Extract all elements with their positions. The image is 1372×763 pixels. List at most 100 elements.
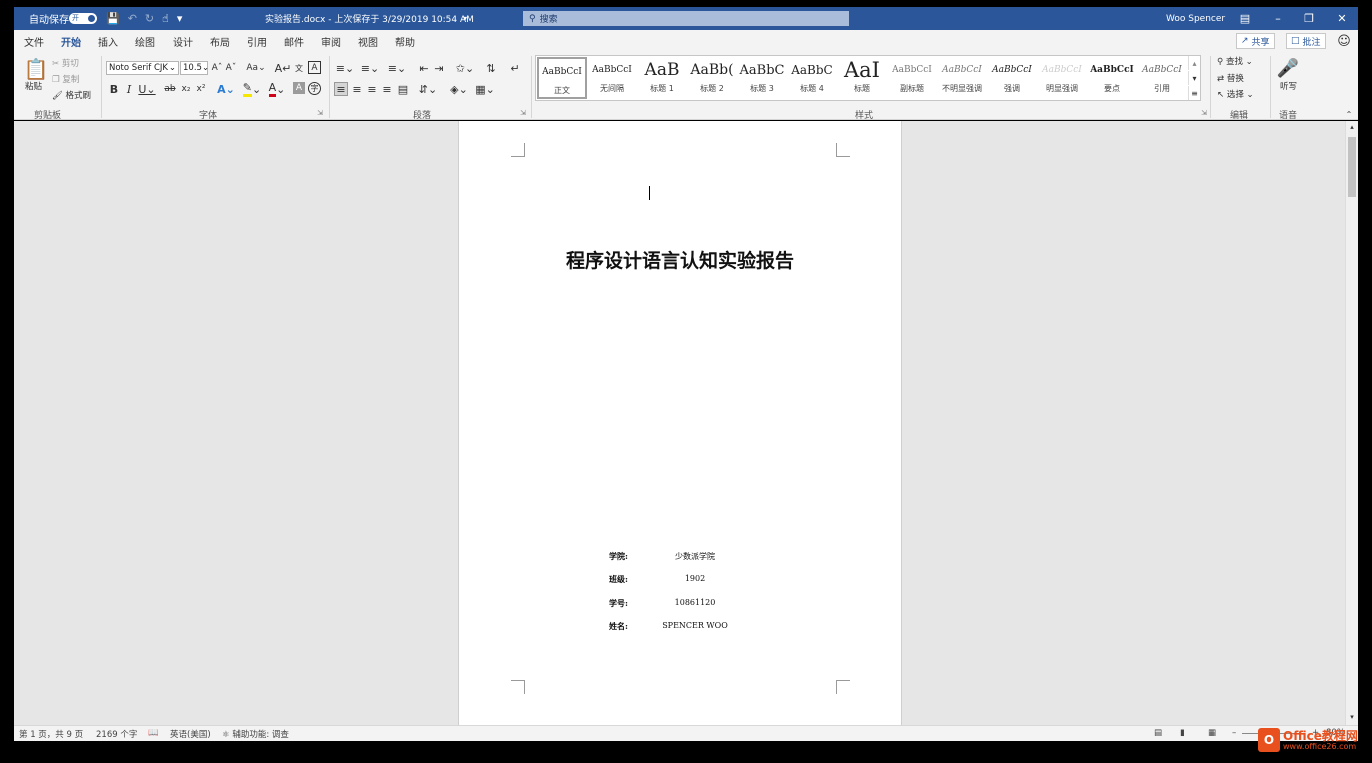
gallery-scroll-up-icon[interactable]: ▴ — [1188, 56, 1200, 70]
borders-icon[interactable]: ▦⌄ — [474, 82, 496, 96]
touch-mode-icon[interactable]: ☝ — [162, 12, 169, 25]
scrollbar-thumb[interactable] — [1348, 137, 1356, 197]
multilevel-list-icon[interactable]: ≡⌄ — [385, 61, 409, 75]
change-case-icon[interactable]: Aa⌄ — [245, 61, 267, 75]
save-icon[interactable]: 💾 — [106, 12, 120, 25]
style-heading-4[interactable]: AaBbC 标题 4 — [787, 57, 837, 99]
tab-review[interactable]: 审阅 — [321, 34, 341, 49]
web-layout-icon[interactable]: ▦ — [1208, 728, 1216, 738]
chinese-layout-icon[interactable]: ✩⌄ — [454, 61, 476, 75]
style-intense-emphasis[interactable]: AaBbCcI 明显强调 — [1037, 57, 1087, 99]
ribbon-display-options-icon[interactable]: ▤ — [1229, 7, 1261, 30]
scroll-up-icon[interactable]: ▴ — [1348, 123, 1356, 131]
align-right-icon[interactable]: ≡ — [365, 82, 379, 96]
highlight-color-icon[interactable]: ✎ ⌄ — [241, 81, 263, 97]
font-color-icon[interactable]: A ⌄ — [267, 81, 287, 97]
paste-label[interactable]: 粘贴 — [25, 80, 42, 92]
increase-indent-icon[interactable]: ⇥ — [432, 61, 446, 75]
align-left-icon[interactable]: ≡ — [334, 82, 348, 96]
enclose-characters-icon[interactable]: 字 — [308, 82, 321, 95]
italic-icon[interactable]: I — [123, 82, 135, 96]
justify-icon[interactable]: ≡ — [380, 82, 394, 96]
close-button[interactable]: ✕ — [1326, 7, 1358, 30]
restore-button[interactable]: ❐ — [1293, 7, 1325, 30]
show-formatting-marks-icon[interactable]: ↵ — [508, 61, 522, 75]
share-button[interactable]: ↗ 共享 — [1236, 33, 1275, 49]
info-row-college[interactable]: 学院: 少数派学院 — [609, 551, 739, 562]
style-quote[interactable]: AaBbCcI 引用 — [1137, 57, 1187, 99]
grow-font-icon[interactable]: Aˆ — [211, 61, 223, 75]
shrink-font-icon[interactable]: Aˇ — [225, 61, 237, 75]
subscript-icon[interactable]: x₂ — [180, 82, 192, 96]
proofing-icon[interactable]: 📖 — [148, 728, 159, 738]
search-box[interactable]: ⚲ 搜索 — [523, 11, 849, 26]
bold-icon[interactable]: B — [108, 82, 120, 96]
tab-home[interactable]: 开始 — [61, 34, 81, 54]
line-spacing-icon[interactable]: ⇵⌄ — [417, 82, 439, 96]
document-title-heading[interactable]: 程序设计语言认知实验报告 — [459, 246, 901, 273]
document-title[interactable]: 实验报告.docx - 上次保存于 3/29/2019 10:54 AM — [265, 7, 474, 30]
bullets-icon[interactable]: ≡⌄ — [334, 61, 356, 75]
microphone-icon[interactable]: 🎤 — [1277, 56, 1299, 80]
copy-button[interactable]: ❐ 复制 — [52, 73, 79, 85]
info-row-student-id[interactable]: 学号: 10861120 — [609, 598, 739, 609]
scroll-down-icon[interactable]: ▾ — [1348, 713, 1356, 721]
page-count[interactable]: 第 1 页，共 9 页 — [19, 728, 83, 740]
style-normal[interactable]: AaBbCcI 正文 — [537, 57, 587, 99]
format-painter-button[interactable]: 🖌 格式刷 — [52, 89, 91, 101]
info-row-name[interactable]: 姓名: SPENCER WOO — [609, 621, 739, 632]
vertical-scrollbar[interactable]: ▴ ▾ — [1345, 121, 1358, 725]
tab-design[interactable]: 设计 — [173, 34, 193, 49]
tab-layout[interactable]: 布局 — [210, 34, 230, 49]
dictate-button[interactable]: 听写 — [1280, 80, 1297, 92]
text-effects-icon[interactable]: A⌄ — [216, 82, 236, 96]
comments-button[interactable]: □ 批注 — [1286, 33, 1326, 49]
style-strong[interactable]: AaBbCcI 要点 — [1087, 57, 1137, 99]
superscript-icon[interactable]: x² — [195, 82, 207, 96]
distributed-icon[interactable]: ▤ — [396, 82, 410, 96]
style-subtle-emphasis[interactable]: AaBbCcI 不明显强调 — [937, 57, 987, 99]
tab-mailings[interactable]: 邮件 — [284, 34, 304, 49]
collapse-ribbon-icon[interactable]: ⌃ — [1344, 110, 1354, 119]
decrease-indent-icon[interactable]: ⇤ — [417, 61, 431, 75]
dialog-launcher-icon[interactable]: ⇲ — [519, 109, 527, 117]
style-subtitle[interactable]: AaBbCcI 副标题 — [887, 57, 937, 99]
font-name-select[interactable]: Noto Serif CJK ⌄ — [106, 61, 179, 75]
word-count[interactable]: 2169 个字 — [96, 728, 137, 740]
sort-icon[interactable]: ⇅ — [484, 61, 498, 75]
gallery-scroll-down-icon[interactable]: ▾ — [1188, 71, 1200, 85]
replace-button[interactable]: ⇄ 替换 — [1217, 72, 1244, 84]
style-no-spacing[interactable]: AaBbCcI 无间隔 — [587, 57, 637, 99]
clear-formatting-icon[interactable]: A↵ — [275, 61, 292, 75]
font-size-select[interactable]: 10.5 ⌄ — [180, 61, 209, 75]
gallery-more-icon[interactable]: ≡ — [1188, 86, 1200, 100]
phonetic-guide-icon[interactable]: 文 — [292, 61, 306, 75]
character-shading-icon[interactable]: A — [293, 82, 305, 94]
style-emphasis[interactable]: AaBbCcI 强调 — [987, 57, 1037, 99]
shading-icon[interactable]: ◈⌄ — [448, 82, 470, 96]
language-indicator[interactable]: 英语(美国) — [170, 728, 211, 740]
autosave-toggle[interactable]: 开 — [69, 7, 97, 30]
feedback-smiley-icon[interactable]: ☺ — [1336, 33, 1352, 49]
numbering-icon[interactable]: ≡⌄ — [359, 61, 381, 75]
accessibility-status[interactable]: ⚛ 辅助功能: 调查 — [222, 728, 289, 740]
find-button[interactable]: ⚲ 查找 ⌄ — [1217, 55, 1253, 67]
tab-file[interactable]: 文件 — [24, 34, 44, 49]
dialog-launcher-icon[interactable]: ⇲ — [1200, 109, 1208, 117]
style-title[interactable]: AaI 标题 — [837, 57, 887, 99]
info-row-class[interactable]: 班级: 1902 — [609, 574, 739, 585]
user-name[interactable]: Woo Spencer — [1166, 7, 1225, 30]
undo-icon[interactable]: ↶ — [128, 12, 137, 25]
underline-icon[interactable]: U⌄ — [138, 82, 156, 96]
tab-references[interactable]: 引用 — [247, 34, 267, 49]
tab-insert[interactable]: 插入 — [98, 34, 118, 49]
style-heading-3[interactable]: AaBbC 标题 3 — [737, 57, 787, 99]
tab-draw[interactable]: 绘图 — [135, 34, 155, 49]
style-heading-1[interactable]: AaB 标题 1 — [637, 57, 687, 99]
read-mode-icon[interactable]: ▤ — [1154, 728, 1162, 738]
character-border-icon[interactable]: A — [308, 61, 321, 74]
minimize-button[interactable]: – — [1262, 7, 1294, 30]
strikethrough-icon[interactable]: ab — [163, 82, 177, 96]
select-button[interactable]: ↖ 选择 ⌄ — [1217, 88, 1254, 100]
dialog-launcher-icon[interactable]: ⇲ — [316, 109, 324, 117]
